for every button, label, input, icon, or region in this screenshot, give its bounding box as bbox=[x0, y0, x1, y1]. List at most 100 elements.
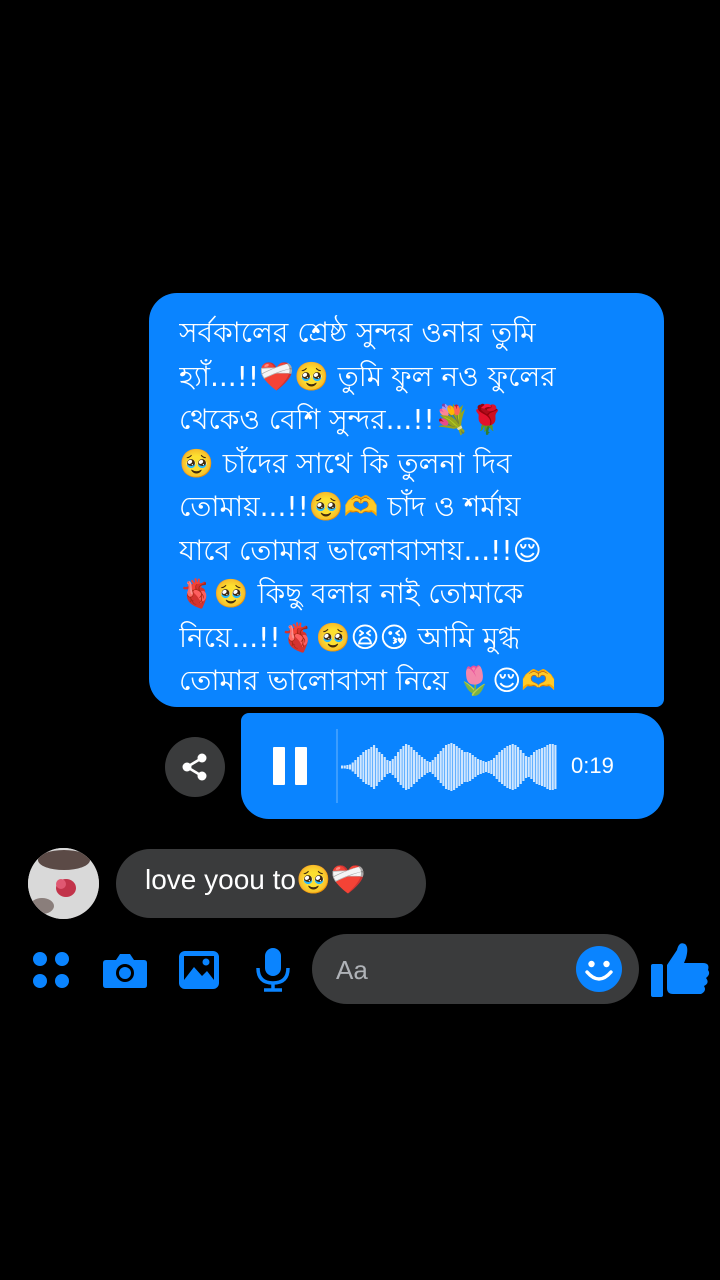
waveform-bar bbox=[429, 762, 432, 772]
waveform-bar bbox=[439, 751, 442, 783]
waveform-bar bbox=[421, 757, 424, 777]
waveform-bar bbox=[405, 744, 408, 790]
waveform-bar bbox=[485, 762, 488, 772]
camera-button[interactable] bbox=[101, 946, 149, 994]
waveform-bar bbox=[477, 759, 480, 775]
waveform-bar bbox=[431, 760, 434, 774]
waveform-bar bbox=[538, 749, 541, 785]
waveform-bar bbox=[445, 745, 448, 789]
waveform-bar bbox=[453, 744, 456, 790]
waveform-bar bbox=[482, 761, 485, 773]
gallery-icon bbox=[179, 951, 219, 989]
waveform-bar bbox=[373, 745, 376, 789]
received-message-bubble[interactable]: love yoou to🥹❤️‍🩹 bbox=[116, 849, 426, 918]
waveform-bar bbox=[362, 752, 365, 782]
waveform-bar bbox=[493, 758, 496, 776]
sent-message-bubble[interactable]: সর্বকালের শ্রেষ্ঠ সুন্দর ওনার তুমি হ্যাঁ… bbox=[149, 293, 664, 707]
waveform-bar bbox=[394, 756, 397, 778]
waveform-bar bbox=[397, 752, 400, 782]
waveform-bar bbox=[447, 744, 450, 790]
waveform-bar bbox=[450, 743, 453, 791]
waveform-bar bbox=[458, 748, 461, 786]
waveform-bar bbox=[375, 748, 378, 786]
waveform-bar bbox=[495, 755, 498, 779]
waveform-bar bbox=[391, 759, 394, 775]
waveform-bar bbox=[503, 748, 506, 786]
message-line: সর্বকালের শ্রেষ্ঠ সুন্দর ওনার তুমি bbox=[179, 316, 536, 349]
share-button[interactable] bbox=[165, 737, 225, 797]
waveform-bar bbox=[511, 744, 514, 790]
message-line: 🥹 চাঁদের সাথে কি তুলনা দিব bbox=[179, 446, 512, 480]
waveform-bar bbox=[378, 752, 381, 782]
message-line: হ্যাঁ...!!❤️‍🩹🥹 তুমি ফুল নও ফুলের bbox=[179, 359, 556, 393]
waveform-bar bbox=[551, 744, 554, 790]
camera-icon bbox=[103, 954, 147, 988]
waveform-bar bbox=[418, 755, 421, 779]
audio-waveform[interactable] bbox=[341, 741, 557, 793]
waveform-bar bbox=[522, 753, 525, 781]
waveform-bar bbox=[351, 762, 354, 772]
waveform-bar bbox=[399, 749, 402, 785]
microphone-button[interactable] bbox=[249, 946, 297, 994]
waveform-bar bbox=[519, 750, 522, 784]
waveform-bar bbox=[535, 750, 538, 784]
waveform-bar bbox=[426, 761, 429, 773]
waveform-bar bbox=[509, 745, 512, 789]
thumbs-up-icon[interactable] bbox=[648, 938, 712, 1002]
waveform-bar bbox=[471, 755, 474, 779]
waveform-bar bbox=[546, 745, 549, 789]
waveform-bar bbox=[530, 755, 533, 779]
waveform-bar bbox=[479, 760, 482, 774]
waveform-bar bbox=[370, 747, 373, 787]
avatar-image bbox=[28, 848, 99, 919]
waveform-bar bbox=[527, 757, 530, 777]
waveform-bar bbox=[341, 765, 344, 769]
message-input[interactable] bbox=[334, 948, 568, 992]
waveform-bar bbox=[490, 760, 493, 774]
waveform-bar bbox=[357, 757, 360, 777]
waveform-bar bbox=[402, 746, 405, 788]
waveform-bar bbox=[381, 754, 384, 780]
waveform-bar bbox=[461, 750, 464, 784]
waveform-bar bbox=[389, 761, 392, 773]
message-line: যাবে তোমার ভালোবাসায়...!!😌 bbox=[179, 533, 542, 567]
waveform-bar bbox=[413, 750, 416, 784]
waveform-bar bbox=[543, 747, 546, 787]
waveform-bar bbox=[354, 760, 357, 774]
message-line: নিয়ে...!!🫀🥹😫😘 আমি মুগ্ধ bbox=[179, 620, 520, 654]
waveform-bar bbox=[423, 759, 426, 775]
waveform-bar bbox=[434, 757, 437, 777]
waveform-bar bbox=[455, 746, 458, 788]
waveform-bar bbox=[501, 750, 504, 784]
message-input-box[interactable] bbox=[312, 934, 639, 1004]
waveform-bar bbox=[383, 757, 386, 777]
waveform-bar bbox=[487, 761, 490, 773]
waveform-bar bbox=[514, 745, 517, 789]
waveform-bar bbox=[367, 749, 370, 785]
waveform-bar bbox=[407, 745, 410, 789]
pause-icon[interactable] bbox=[273, 747, 307, 785]
waveform-bar bbox=[349, 764, 352, 770]
divider bbox=[336, 729, 338, 803]
message-line: তোমার ভালোবাসা নিয়ে 🌷😌🫶 bbox=[179, 664, 557, 697]
emoji-icon[interactable] bbox=[575, 945, 623, 993]
waveform-bar bbox=[549, 744, 552, 790]
waveform-bar bbox=[415, 752, 418, 782]
gallery-button[interactable] bbox=[175, 946, 223, 994]
waveform-bar bbox=[498, 752, 501, 782]
waveform-bar bbox=[541, 748, 544, 786]
waveform-bar bbox=[517, 747, 520, 787]
avatar[interactable] bbox=[28, 848, 99, 919]
waveform-bar bbox=[365, 750, 368, 784]
apps-icon bbox=[33, 952, 69, 988]
waveform-bar bbox=[463, 752, 466, 782]
waveform-bar bbox=[466, 752, 469, 782]
apps-button[interactable] bbox=[27, 946, 75, 994]
waveform-bar bbox=[506, 746, 509, 788]
message-line: তোমায়...!!🥹🫶 চাঁদ ও শর্মায় bbox=[179, 490, 521, 523]
waveform-bar bbox=[437, 754, 440, 780]
voice-duration: 0:19 bbox=[571, 753, 614, 778]
waveform-bar bbox=[525, 756, 528, 778]
waveform-bar bbox=[410, 747, 413, 787]
voice-message-bubble[interactable]: 0:19 bbox=[241, 713, 664, 819]
